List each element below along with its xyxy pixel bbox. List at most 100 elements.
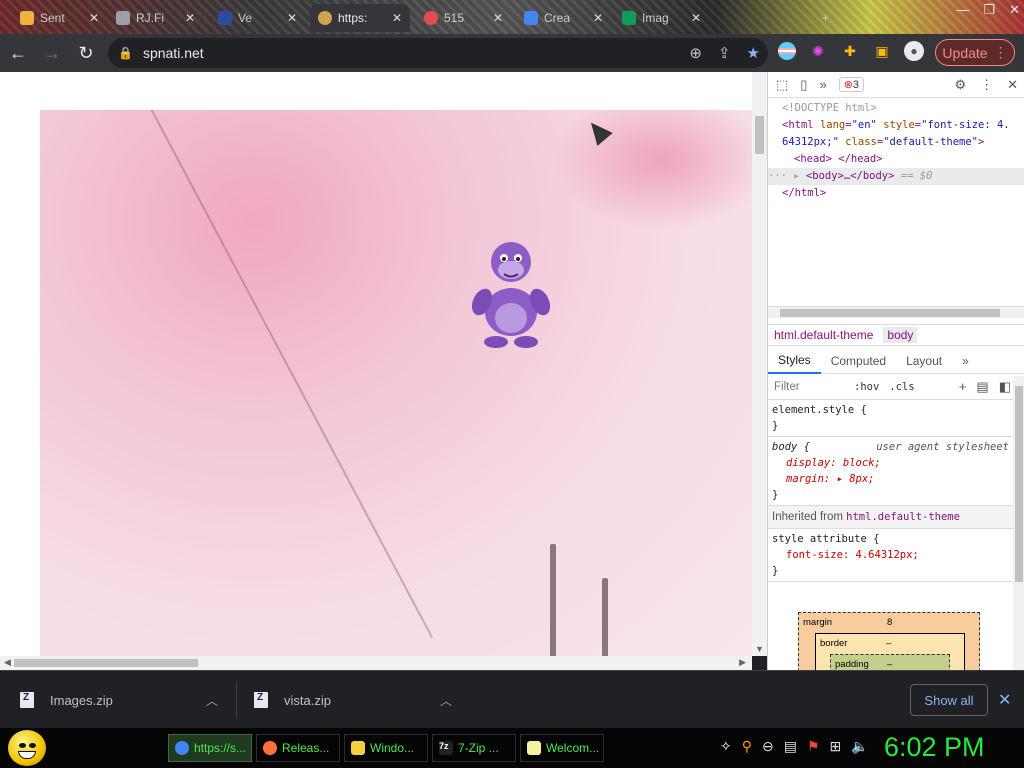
html-open-line-cont[interactable]: 64312px;" class="default-theme"> bbox=[782, 134, 1024, 151]
reload-button[interactable]: ↻ bbox=[70, 37, 102, 69]
close-window-button[interactable]: ✕ bbox=[1009, 2, 1020, 18]
style-attribute-rule[interactable]: style attribute { font-size: 4.64312px; … bbox=[768, 529, 1013, 582]
tab-close-icon[interactable]: ✕ bbox=[185, 11, 195, 25]
taskbar-clock[interactable]: 6:02 PM bbox=[884, 732, 985, 763]
forward-button[interactable]: → bbox=[36, 37, 68, 69]
tray-app-icon[interactable]: ✧ bbox=[720, 738, 732, 755]
network-icon[interactable]: ⊞ bbox=[830, 738, 842, 755]
body-line-selected[interactable]: ··· ▸ <body>…</body> == $0 bbox=[768, 168, 1024, 185]
tab-crea[interactable]: Crea ✕ bbox=[516, 4, 611, 32]
tray-flag-icon[interactable]: ⚑ bbox=[807, 738, 820, 755]
more-panels-icon[interactable]: » bbox=[819, 77, 826, 92]
error-count-badge[interactable]: ⊗3 bbox=[838, 77, 865, 92]
more-subtabs[interactable]: » bbox=[952, 348, 979, 374]
css-property[interactable]: margin: ▸ 8px; bbox=[772, 471, 1009, 487]
start-button-smiley-icon[interactable] bbox=[8, 730, 46, 766]
scrollbar-thumb[interactable] bbox=[1015, 386, 1023, 582]
taskbar-item-firefox[interactable]: Releas... bbox=[256, 734, 340, 762]
border-value[interactable]: – bbox=[886, 638, 891, 649]
hov-toggle[interactable]: :hov bbox=[854, 381, 879, 393]
close-download-bar-icon[interactable]: ✕ bbox=[998, 690, 1011, 710]
tab-ve[interactable]: Ve ✕ bbox=[210, 4, 305, 32]
menu-dots-icon[interactable]: ⋮ bbox=[994, 44, 1008, 61]
cls-toggle[interactable]: .cls bbox=[889, 381, 914, 393]
html-open-line[interactable]: <html lang="en" style="font-size: 4. bbox=[782, 117, 1024, 134]
taskbar-item-windows-folder[interactable]: Windo... bbox=[344, 734, 428, 762]
lock-icon[interactable]: 🔒 bbox=[118, 46, 133, 60]
update-button[interactable]: Update ⋮ bbox=[935, 39, 1015, 66]
breadcrumb-html[interactable]: html.default-theme bbox=[774, 328, 873, 342]
styles-scrollbar[interactable] bbox=[1013, 376, 1024, 670]
flag-extension-icon[interactable] bbox=[778, 42, 796, 60]
inherited-from-link[interactable]: html.default-theme bbox=[846, 511, 960, 523]
profile-avatar-icon[interactable]: ● bbox=[904, 41, 924, 61]
margin-value[interactable]: 8 bbox=[887, 617, 892, 628]
chevron-up-icon[interactable]: ︿ bbox=[440, 692, 452, 709]
breadcrumb-body[interactable]: body bbox=[883, 327, 918, 343]
scroll-down-arrow-icon[interactable]: ▼ bbox=[755, 644, 764, 654]
element-style-rule[interactable]: element.style { } bbox=[768, 400, 1013, 437]
bookmark-star-icon[interactable]: ★ bbox=[747, 44, 760, 62]
tab-active-spnati[interactable]: https: ✕ bbox=[310, 4, 410, 32]
device-toggle-icon[interactable]: ▯ bbox=[800, 77, 807, 93]
maximize-button[interactable]: ❐ bbox=[983, 2, 995, 18]
search-icon[interactable]: ⚲ bbox=[742, 738, 752, 755]
download-item-vista[interactable]: vista.zip ︿ bbox=[254, 671, 464, 729]
address-bar[interactable]: 🔒 spnati.net ⊕ ⇪ ★ bbox=[108, 38, 768, 68]
devtools-menu-icon[interactable]: ⋮ bbox=[980, 77, 993, 93]
chevron-up-icon[interactable]: ︿ bbox=[206, 692, 218, 709]
toggle-sidebar-icon[interactable]: ◧ bbox=[999, 379, 1011, 395]
tab-styles[interactable]: Styles bbox=[768, 348, 821, 374]
tab-close-icon[interactable]: ✕ bbox=[392, 11, 402, 25]
tab-close-icon[interactable]: ✕ bbox=[287, 11, 297, 25]
show-all-button[interactable]: Show all bbox=[910, 684, 988, 716]
tray-minus-icon[interactable]: ⊖ bbox=[762, 738, 774, 755]
download-item-images[interactable]: Images.zip ︿ bbox=[20, 671, 230, 729]
tab-close-icon[interactable]: ✕ bbox=[593, 11, 603, 25]
filter-input[interactable]: Filter bbox=[774, 381, 844, 393]
volume-icon[interactable]: 🔈 bbox=[851, 738, 868, 755]
tray-doc-icon[interactable]: ▤ bbox=[784, 738, 797, 755]
tab-close-icon[interactable]: ✕ bbox=[493, 11, 503, 25]
doctype-line[interactable]: <!DOCTYPE html> bbox=[782, 100, 1024, 117]
scrollbar-thumb[interactable] bbox=[755, 116, 764, 154]
inspect-element-icon[interactable]: ⬚ bbox=[776, 77, 788, 93]
scrollbar-thumb[interactable] bbox=[780, 309, 1000, 317]
page-vertical-scrollbar[interactable]: ▼ bbox=[752, 72, 767, 656]
zoom-icon[interactable]: ⊕ bbox=[689, 44, 702, 62]
elements-horizontal-scrollbar[interactable] bbox=[768, 306, 1024, 318]
html-close-line[interactable]: </html> bbox=[782, 185, 1024, 202]
devtools-close-icon[interactable]: ✕ bbox=[1007, 77, 1018, 93]
css-property[interactable]: display: block; bbox=[772, 455, 1009, 471]
tab-computed[interactable]: Computed bbox=[821, 348, 896, 374]
share-icon[interactable]: ⇪ bbox=[718, 44, 731, 62]
back-button[interactable]: ← bbox=[2, 37, 34, 69]
taskbar-item-welcome[interactable]: Welcom... bbox=[520, 734, 604, 762]
padding-value[interactable]: – bbox=[887, 659, 892, 670]
purple-gorilla-character[interactable] bbox=[466, 234, 556, 354]
side-panel-icon[interactable]: ▣ bbox=[872, 41, 892, 61]
scroll-right-arrow-icon[interactable]: ▶ bbox=[739, 657, 746, 668]
settings-gear-icon[interactable]: ⚙ bbox=[954, 77, 966, 93]
head-line[interactable]: <head> </head> bbox=[782, 151, 1024, 168]
body-rule[interactable]: body {user agent stylesheet display: blo… bbox=[768, 437, 1013, 506]
scroll-left-arrow-icon[interactable]: ◀ bbox=[4, 657, 11, 668]
tab-imag[interactable]: Imag ✕ bbox=[614, 4, 709, 32]
taskbar-item-7zip[interactable]: 7z 7-Zip ... bbox=[432, 734, 516, 762]
puzzle-extensions-icon[interactable]: ✚ bbox=[840, 41, 860, 61]
tab-515[interactable]: 515 ✕ bbox=[416, 4, 511, 32]
css-property[interactable]: font-size: 4.64312px; bbox=[772, 547, 1009, 563]
new-tab-button[interactable]: + bbox=[814, 4, 844, 32]
paint-icon[interactable]: ▤ bbox=[976, 379, 988, 395]
tab-close-icon[interactable]: ✕ bbox=[89, 11, 99, 25]
tab-rjfi[interactable]: RJ.Fi ✕ bbox=[108, 4, 203, 32]
rainbow-extension-icon[interactable]: ✺ bbox=[808, 41, 828, 61]
add-rule-icon[interactable]: + bbox=[959, 379, 967, 395]
scrollbar-thumb[interactable] bbox=[14, 659, 198, 667]
minimize-button[interactable]: — bbox=[956, 2, 969, 18]
tab-close-icon[interactable]: ✕ bbox=[691, 11, 701, 25]
tab-layout[interactable]: Layout bbox=[896, 348, 952, 374]
tab-sent[interactable]: Sent ✕ bbox=[12, 4, 107, 32]
page-horizontal-scrollbar[interactable]: ◀ ▶ bbox=[0, 656, 752, 670]
taskbar-item-chrome[interactable]: https://s... bbox=[168, 734, 252, 762]
